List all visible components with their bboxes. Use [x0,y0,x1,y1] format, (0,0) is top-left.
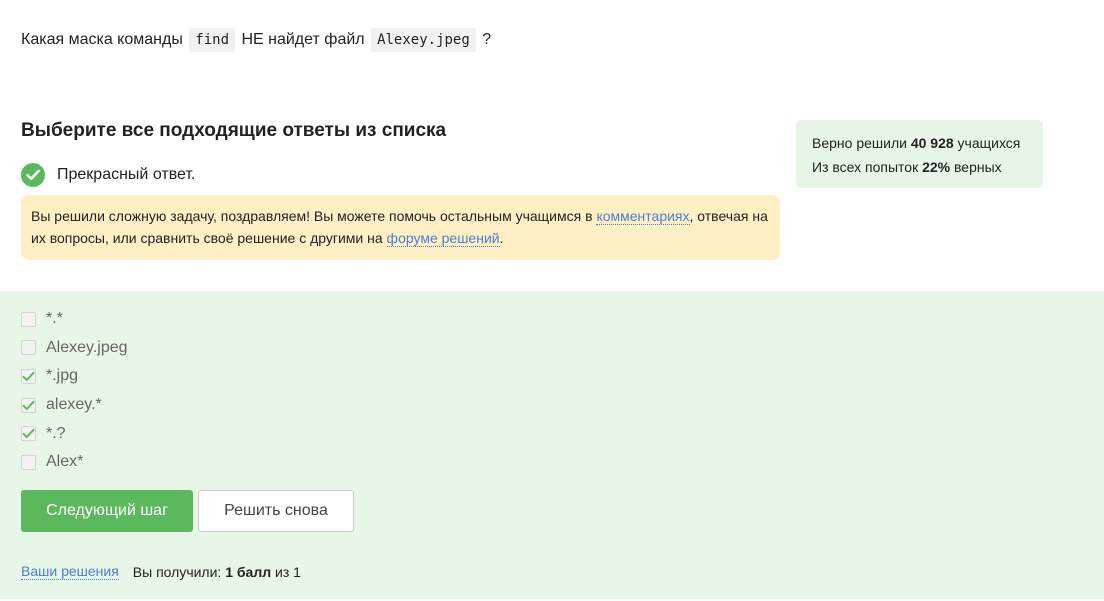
checkmark-icon [22,428,35,439]
option-checkbox[interactable] [21,311,36,327]
option-item[interactable]: *.? [21,419,128,448]
question-middle: НЕ найдет файл [241,31,365,48]
check-circle-icon [21,163,45,187]
stats-solved-line: Верно решили 40 928 учащихся [812,131,1027,155]
score-suffix: из 1 [275,563,301,580]
your-solutions-link[interactable]: Ваши решения [21,563,119,580]
option-checkbox[interactable] [21,340,36,356]
congrats-text-3: . [499,230,504,246]
stats-solved-suffix: учащихся [957,135,1021,151]
option-label: *.* [46,310,63,328]
task-header: Выберите все подходящие ответы из списка [21,120,447,141]
stats-percent-prefix: Из всех попыток [812,159,919,175]
footer: Ваши решения Вы получили: 1 балл из 1 [21,563,301,580]
option-item[interactable]: Alex* [21,448,128,477]
stats-solved-count: 40 928 [910,135,954,151]
score-text: Вы получили: 1 балл из 1 [133,564,301,580]
option-checkbox[interactable] [21,397,36,413]
option-checkbox[interactable] [21,368,36,384]
stats-solved-prefix: Верно решили [812,135,907,151]
score-value: 1 балл [225,563,272,580]
option-label: *.? [46,424,66,442]
option-label: Alexey.jpeg [46,338,128,356]
result-text: Прекрасный ответ. [57,166,196,183]
stats-percent-suffix: верных [954,159,1002,175]
question-code-find: find [189,28,235,52]
stats-box: Верно решили 40 928 учащихся Из всех поп… [796,120,1043,188]
stats-percent-line: Из всех попыток 22% верных [812,155,1027,179]
question-after: ? [482,31,492,48]
next-step-button[interactable]: Следующий шаг [21,490,193,532]
question-code-filename: Alexey.jpeg [371,28,476,52]
checkmark-icon [22,371,35,381]
congrats-banner: Вы решили сложную задачу, поздравляем! В… [21,195,780,260]
question-before: Какая маска команды [21,31,183,48]
question-text: Какая маска команды find НЕ найдет файл … [21,26,491,54]
score-prefix: Вы получили: [132,563,222,580]
checkmark-icon [22,400,35,410]
option-item[interactable]: alexey.* [21,391,128,420]
answers-area: *.* Alexey.jpeg *.jpg alexey.* *.? Alex* След… [0,291,1104,599]
option-label: alexey.* [46,396,102,414]
result-status: Прекрасный ответ. [21,163,195,187]
option-checkbox[interactable] [21,426,36,442]
option-item[interactable]: *.* [21,305,128,334]
congrats-text-1: Вы решили сложную задачу, поздравляем! В… [31,208,597,224]
stats-percent-value: 22% [922,159,951,175]
solve-again-button[interactable]: Решить снова [198,490,354,532]
option-item[interactable]: Alexey.jpeg [21,334,128,363]
option-label: *.jpg [46,367,79,385]
option-label: Alex* [46,453,84,471]
option-checkbox[interactable] [21,454,36,470]
option-item[interactable]: *.jpg [21,362,128,391]
options-list: *.* Alexey.jpeg *.jpg alexey.* *.? Alex* [21,305,128,477]
comments-link[interactable]: комментариях [596,208,690,225]
solutions-forum-link[interactable]: форуме решений [386,230,500,247]
